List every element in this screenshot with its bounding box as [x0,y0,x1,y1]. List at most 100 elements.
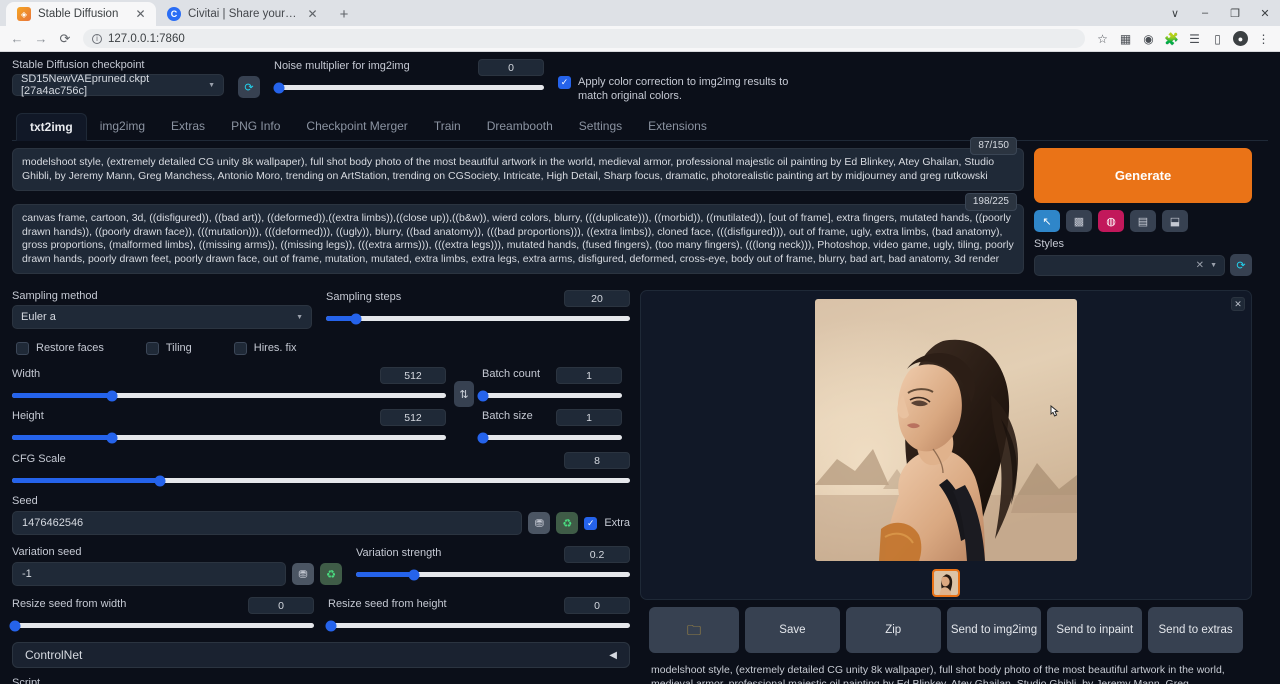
tiling-option[interactable]: Tiling [146,341,192,355]
hires-fix-option[interactable]: Hires. fix [234,341,297,355]
paint-icon[interactable]: ◍ [1098,210,1124,232]
profile-circle-icon[interactable]: ◉ [1138,28,1159,49]
seed-input[interactable]: 1476462546 [12,511,522,535]
thumbnail-item[interactable] [932,569,960,597]
sampling-method-select[interactable]: Euler a ▼ [12,305,312,329]
bookmark-icon[interactable]: ⬓ [1162,210,1188,232]
reload-icon[interactable]: ⟳ [54,28,76,50]
tab-img2img[interactable]: img2img [87,113,158,140]
extra-option[interactable]: ✓ Extra [584,516,630,530]
browser-tab-civitai[interactable]: C Civitai | Share your models ✕ [156,2,328,26]
recycle-icon[interactable]: ♻ [320,563,342,585]
tab-extras[interactable]: Extras [158,113,218,140]
resize-seed-width-slider[interactable] [12,623,314,628]
batch-size-value[interactable]: 1 [556,409,622,426]
profile-icon[interactable]: ● [1230,28,1251,49]
close-window-icon[interactable]: ✕ [1250,0,1280,26]
restore-faces-label: Restore faces [36,342,104,354]
tiling-checkbox[interactable] [146,342,159,355]
generate-button[interactable]: Generate [1034,148,1252,203]
controlnet-label: ControlNet [25,648,82,662]
back-icon[interactable]: ← [6,28,28,50]
negative-token-counter: 198/225 [965,193,1017,211]
browser-tab-stable-diffusion[interactable]: ◈ Stable Diffusion ✕ [6,2,156,26]
positive-prompt-input[interactable]: 87/150 modelshoot style, (extremely deta… [12,148,1024,191]
styles-clear-icon[interactable]: ✕ [1196,260,1204,271]
close-icon[interactable]: ✕ [133,7,148,22]
checkpoint-select[interactable]: SD15NewVAEpruned.ckpt [27a4ac756c] ▼ [12,74,224,96]
minimize-icon[interactable]: – [1190,0,1220,26]
batch-count-value[interactable]: 1 [556,367,622,384]
cfg-scale-slider[interactable] [12,478,630,483]
tab-settings[interactable]: Settings [566,113,635,140]
noise-multiplier-section: Noise multiplier for img2img 0 [274,59,544,90]
extensions-grid-icon[interactable]: ▦ [1115,28,1136,49]
tab-txt2img[interactable]: txt2img [16,113,87,141]
collapse-arrow-icon: ◀ [609,650,617,661]
extra-checkbox[interactable]: ✓ [584,517,597,530]
url-text: 127.0.0.1:7860 [108,33,185,45]
dice-icon[interactable]: ⛃ [292,563,314,585]
tab-train[interactable]: Train [421,113,474,140]
generated-image[interactable] [815,299,1077,561]
save-button[interactable]: Save [745,607,840,653]
sampling-steps-slider[interactable] [326,316,630,321]
clipboard-icon[interactable]: ▤ [1130,210,1156,232]
tab-title: Stable Diffusion [38,8,126,20]
resize-seed-width-value[interactable]: 0 [248,597,314,614]
arrow-up-icon[interactable]: ↖ [1034,210,1060,232]
tab-extensions[interactable]: Extensions [635,113,720,140]
tiling-label: Tiling [166,342,192,354]
maximize-icon[interactable]: ❐ [1220,0,1250,26]
color-correction-checkbox[interactable]: ✓ [558,76,571,89]
hires-fix-checkbox[interactable] [234,342,247,355]
styles-apply-button[interactable]: ⟳ [1230,254,1252,276]
height-slider[interactable] [12,435,446,440]
noise-multiplier-slider[interactable] [274,85,544,90]
site-info-icon[interactable]: i [92,34,102,44]
refresh-checkpoint-button[interactable]: ⟳ [238,76,260,98]
tab-checkpoint-merger[interactable]: Checkpoint Merger [293,113,420,140]
send-to-img2img-button[interactable]: Send to img2img [947,607,1042,653]
new-tab-button[interactable]: + [331,2,357,26]
cfg-scale-value[interactable]: 8 [564,452,630,469]
chevron-down-icon[interactable]: ∨ [1160,0,1190,26]
open-folder-button[interactable]: 🗀 [649,607,739,653]
zip-button[interactable]: Zip [846,607,941,653]
resize-seed-height-value[interactable]: 0 [564,597,630,614]
close-icon[interactable]: ✕ [1231,297,1245,311]
reading-list-icon[interactable]: ☰ [1184,28,1205,49]
address-bar[interactable]: i 127.0.0.1:7860 [83,29,1085,48]
variation-strength-value[interactable]: 0.2 [564,546,630,563]
tab-dreambooth[interactable]: Dreambooth [474,113,566,140]
bookmark-star-icon[interactable]: ☆ [1092,28,1113,49]
restore-faces-checkbox[interactable] [16,342,29,355]
forward-icon[interactable]: → [30,28,52,50]
negative-prompt-input[interactable]: 198/225 canvas frame, cartoon, 3d, ((dis… [12,204,1024,274]
variation-strength-label: Variation strength [356,547,441,559]
close-icon[interactable]: ✕ [305,7,320,22]
sidepanel-icon[interactable]: ▯ [1207,28,1228,49]
send-to-inpaint-button[interactable]: Send to inpaint [1047,607,1142,653]
trash-icon[interactable]: ▩ [1066,210,1092,232]
styles-select[interactable]: ✕ ▼ [1034,255,1225,276]
send-to-extras-button[interactable]: Send to extras [1148,607,1243,653]
variation-seed-input[interactable]: -1 [12,562,286,586]
height-value[interactable]: 512 [380,409,446,426]
restore-faces-option[interactable]: Restore faces [16,341,104,355]
noise-multiplier-value[interactable]: 0 [478,59,544,76]
recycle-icon[interactable]: ♻ [556,512,578,534]
swap-dimensions-button[interactable]: ⇅ [454,381,474,407]
dice-icon[interactable]: ⛃ [528,512,550,534]
variation-strength-slider[interactable] [356,572,630,577]
width-slider[interactable] [12,393,446,398]
resize-seed-height-slider[interactable] [328,623,630,628]
puzzle-icon[interactable]: 🧩 [1161,28,1182,49]
sampling-steps-value[interactable]: 20 [564,290,630,307]
tab-png-info[interactable]: PNG Info [218,113,293,140]
controlnet-accordion[interactable]: ControlNet ◀ [12,642,630,668]
menu-icon[interactable]: ⋮ [1253,28,1274,49]
batch-count-slider[interactable] [482,393,622,398]
width-value[interactable]: 512 [380,367,446,384]
batch-size-slider[interactable] [482,435,622,440]
